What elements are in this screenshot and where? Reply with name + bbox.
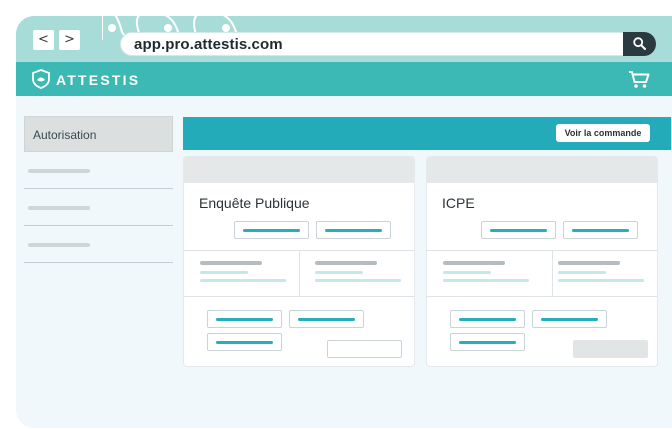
app-header: ATTESTIS (16, 62, 672, 96)
action-pill[interactable] (563, 221, 638, 239)
card-enquete-publique: Enquête Publique (183, 156, 415, 367)
divider (299, 250, 300, 296)
card-header (427, 157, 657, 183)
placeholder-line (558, 261, 620, 265)
placeholder-line (443, 271, 491, 274)
placeholder-line (200, 279, 286, 282)
divider (552, 250, 553, 296)
action-pill[interactable] (481, 221, 556, 239)
disabled-button[interactable] (573, 340, 648, 358)
tab-dot[interactable] (164, 24, 172, 32)
sidebar-item[interactable] (24, 189, 173, 226)
divider (184, 296, 414, 297)
tab-dot[interactable] (222, 24, 230, 32)
placeholder-line (200, 271, 248, 274)
browser-chrome: < > app.pro.attestis.com (16, 16, 672, 62)
brand-name: ATTESTIS (56, 72, 141, 88)
placeholder-line (558, 279, 644, 282)
action-pill[interactable] (289, 310, 364, 328)
back-button[interactable]: < (33, 30, 54, 50)
cart-icon[interactable] (628, 70, 650, 89)
placeholder-line (200, 261, 262, 265)
view-order-button[interactable]: Voir la commande (556, 124, 650, 142)
card-icpe: ICPE (426, 156, 658, 367)
search-icon (633, 37, 646, 50)
address-bar[interactable]: app.pro.attestis.com (120, 32, 656, 56)
placeholder-line (443, 261, 505, 265)
placeholder-line (28, 206, 90, 210)
action-pill[interactable] (207, 333, 282, 351)
search-button[interactable] (623, 32, 656, 56)
placeholder-line (315, 271, 363, 274)
divider (427, 250, 657, 251)
forward-button[interactable]: > (59, 30, 80, 50)
placeholder-line (315, 261, 377, 265)
card-title: ICPE (442, 195, 475, 211)
divider (427, 296, 657, 297)
sidebar-item-autorisation[interactable]: Autorisation (24, 116, 173, 152)
address-bar-url: app.pro.attestis.com (134, 36, 283, 53)
action-pill[interactable] (532, 310, 607, 328)
action-pill[interactable] (207, 310, 282, 328)
shield-logo-icon[interactable] (32, 69, 50, 89)
action-pill[interactable] (450, 310, 525, 328)
placeholder-line (558, 271, 606, 274)
empty-button[interactable] (327, 340, 402, 358)
sidebar-item[interactable] (24, 152, 173, 189)
action-pill[interactable] (316, 221, 391, 239)
content-toolbar: Voir la commande (183, 117, 671, 150)
tab-dot[interactable] (108, 24, 116, 32)
card-header (184, 157, 414, 183)
placeholder-line (28, 169, 90, 173)
app-frame: < > app.pro.attestis.com ATTESTIS Autori… (16, 16, 672, 428)
placeholder-line (28, 243, 90, 247)
card-title: Enquête Publique (199, 195, 310, 211)
placeholder-line (315, 279, 401, 282)
action-pill[interactable] (450, 333, 525, 351)
action-pill[interactable] (234, 221, 309, 239)
sidebar: Autorisation (24, 116, 173, 263)
sidebar-item-label: Autorisation (33, 128, 97, 142)
placeholder-line (443, 279, 529, 282)
sidebar-item[interactable] (24, 226, 173, 263)
